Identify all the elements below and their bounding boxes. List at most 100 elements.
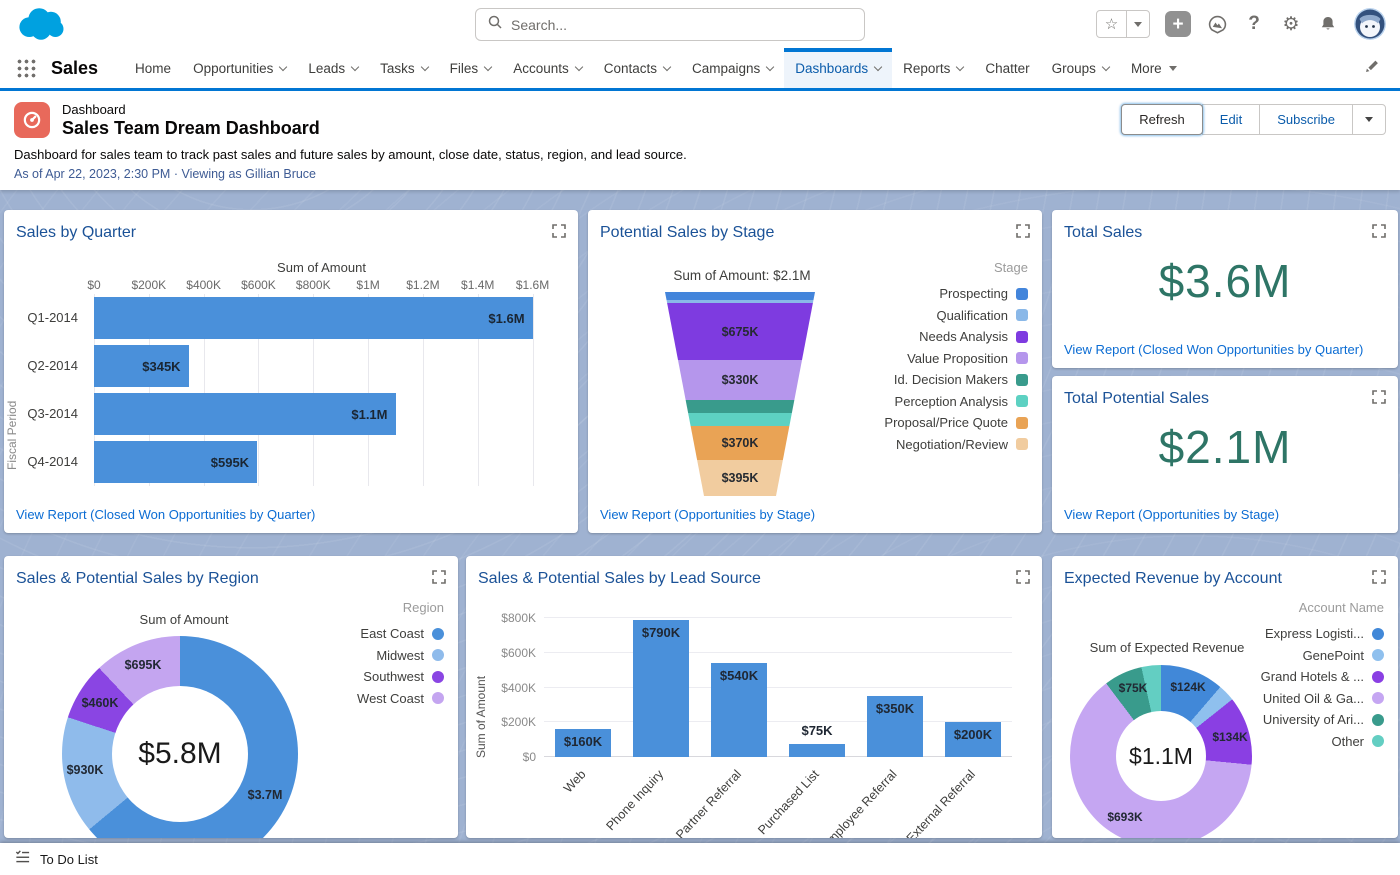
chevron-down-icon[interactable]: [766, 62, 775, 71]
legend-item: University of Ari...: [1263, 709, 1384, 731]
expand-icon[interactable]: [1016, 570, 1030, 584]
legend-item: Proposal/Price Quote: [884, 412, 1028, 434]
salesforce-cloud-logo[interactable]: [14, 5, 68, 47]
legend-title: Account Name: [1298, 600, 1384, 615]
user-avatar[interactable]: [1354, 8, 1386, 40]
slice-value-label: $460K: [81, 696, 119, 710]
legend-item: Negotiation/Review: [896, 434, 1028, 456]
funnel-segment-prospecting[interactable]: [665, 292, 815, 300]
legend-item: Midwest: [376, 645, 444, 667]
bar-group: $75K Purchased List: [755, 618, 856, 837]
view-report-link[interactable]: View Report (Opportunities by Stage): [600, 507, 815, 522]
x-axis-title: Sum of Amount: [277, 260, 366, 275]
bar-q4-2014[interactable]: $595K: [94, 441, 258, 483]
funnel-segment-needs-analysis[interactable]: $675K: [665, 303, 815, 360]
tab-contacts[interactable]: Contacts: [593, 48, 681, 88]
more-actions-dropdown[interactable]: [1352, 104, 1386, 135]
funnel-segment-negotiation-review[interactable]: $395K: [665, 460, 815, 496]
view-report-link[interactable]: View Report (Closed Won Opportunities by…: [1064, 342, 1363, 357]
chevron-down-icon[interactable]: [279, 62, 288, 71]
global-search[interactable]: [475, 8, 865, 41]
tab-groups[interactable]: Groups: [1041, 48, 1120, 88]
expand-icon[interactable]: [1372, 224, 1386, 238]
edit-button[interactable]: Edit: [1201, 104, 1261, 135]
chevron-down-icon[interactable]: [574, 62, 583, 71]
widget-title: Sales & Potential Sales by Region: [16, 570, 259, 587]
legend-swatch: [1372, 649, 1384, 662]
tab-dashboards[interactable]: Dashboards: [784, 48, 893, 88]
view-report-link[interactable]: View Report (Opportunities by Stage): [1064, 507, 1279, 522]
tab-accounts[interactable]: Accounts: [502, 48, 593, 88]
header-utility-icons: ☆ + ? ⚙: [1096, 8, 1386, 40]
chevron-down-icon[interactable]: [956, 62, 965, 71]
widget-title: Potential Sales by Stage: [600, 224, 775, 241]
legend-item: Id. Decision Makers: [894, 369, 1028, 391]
bar-group: $540K Partner Referral: [673, 618, 778, 838]
view-report-link[interactable]: View Report (Closed Won Opportunities by…: [16, 507, 315, 522]
bar-q1-2014[interactable]: $1.6M: [94, 297, 533, 339]
dashboard-page-header: Dashboard Sales Team Dream Dashboard Das…: [0, 91, 1400, 190]
expand-icon[interactable]: [552, 224, 566, 238]
legend-item: Grand Hotels & ...: [1261, 666, 1384, 688]
chevron-down-icon[interactable]: [420, 62, 429, 71]
pencil-edit-nav-icon[interactable]: [1364, 58, 1380, 79]
chart-subtitle: Sum of Expected Revenue: [1089, 640, 1245, 655]
star-icon[interactable]: ☆: [1097, 11, 1127, 37]
expand-icon[interactable]: [432, 570, 446, 584]
slice-value-label: $134K: [1212, 730, 1248, 744]
legend-item: Needs Analysis: [919, 326, 1028, 348]
expand-icon[interactable]: [1016, 224, 1030, 238]
axis-tick-label: $200K: [501, 715, 536, 730]
tab-tasks[interactable]: Tasks: [369, 48, 439, 88]
widget-title: Total Sales: [1064, 224, 1143, 241]
axis-tick-label: $1M: [356, 278, 380, 292]
y-axis-title: Fiscal Period: [5, 400, 19, 470]
bar-q2-2014[interactable]: $345K: [94, 345, 189, 387]
widget-title: Sales by Quarter: [16, 224, 137, 241]
tab-leads[interactable]: Leads: [297, 48, 369, 88]
tab-chatter[interactable]: Chatter: [974, 48, 1040, 88]
chevron-down-icon[interactable]: [873, 62, 883, 71]
legend-item: East Coast: [360, 623, 444, 645]
axis-tick-label: $600K: [501, 645, 536, 660]
bar-phone-inquiry[interactable]: [633, 619, 689, 757]
funnel-segment-proposal-price-quote[interactable]: $370K: [665, 426, 815, 460]
axis-tick-label: $0: [522, 750, 536, 764]
tab-campaigns[interactable]: Campaigns: [681, 48, 784, 88]
axis-tick-label: $800K: [295, 278, 331, 292]
refresh-button[interactable]: Refresh: [1121, 104, 1203, 135]
bar-purchased-list[interactable]: [789, 743, 845, 757]
chevron-down-icon[interactable]: [483, 62, 493, 71]
setup-gear-icon[interactable]: ⚙: [1280, 11, 1302, 37]
tab-opportunities[interactable]: Opportunities: [182, 48, 297, 88]
notifications-bell-icon[interactable]: [1317, 11, 1339, 37]
favorites-dropdown[interactable]: [1127, 11, 1149, 37]
chevron-down-icon[interactable]: [662, 62, 672, 71]
expand-icon[interactable]: [1372, 570, 1386, 584]
tab-reports[interactable]: Reports: [892, 48, 974, 88]
help-icon[interactable]: ?: [1243, 11, 1265, 37]
global-actions-icon[interactable]: +: [1165, 11, 1191, 37]
subscribe-button[interactable]: Subscribe: [1259, 104, 1353, 135]
account-donut-chart[interactable]: $1.1M: [1070, 665, 1252, 838]
region-donut-chart[interactable]: $5.8M: [62, 636, 298, 838]
chevron-down-icon[interactable]: [350, 62, 360, 71]
guidance-center-icon[interactable]: [1206, 11, 1228, 37]
utility-bar-to-do-list[interactable]: To Do List: [0, 843, 1400, 875]
funnel-segment-value-proposition[interactable]: $330K: [665, 360, 815, 400]
widget-expected-revenue-by-account: Expected Revenue by Account Sum of Expec…: [1052, 556, 1398, 838]
funnel-segment-perception-analysis[interactable]: [665, 413, 815, 426]
app-name: Sales: [51, 57, 99, 78]
legend-swatch: [1016, 416, 1028, 429]
app-launcher-icon[interactable]: [16, 58, 36, 78]
tab-files[interactable]: Files: [439, 48, 503, 88]
tab-home[interactable]: Home: [124, 48, 182, 88]
legend-item: Prospecting: [939, 283, 1028, 305]
chevron-down-icon[interactable]: [1101, 62, 1111, 71]
bar-q3-2014[interactable]: $1.1M: [94, 393, 396, 435]
tab-more[interactable]: More: [1120, 48, 1188, 88]
funnel-segment-id-decision-makers[interactable]: [665, 400, 815, 413]
search-input[interactable]: [511, 16, 853, 33]
favorites-button[interactable]: ☆: [1096, 10, 1150, 38]
expand-icon[interactable]: [1372, 390, 1386, 404]
